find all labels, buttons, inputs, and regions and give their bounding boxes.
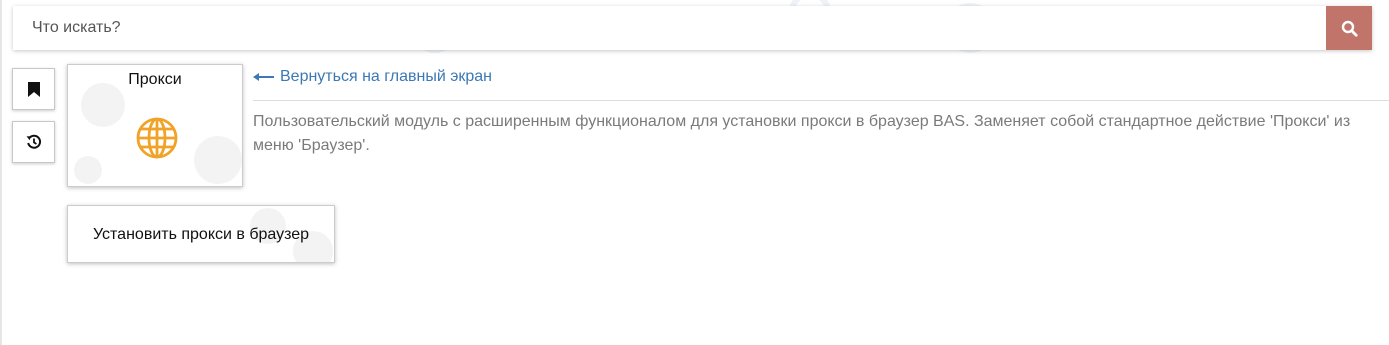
globe-icon [136,117,178,159]
history-button[interactable] [12,121,55,163]
module-card: Прокси [67,64,243,187]
search-icon [1341,20,1358,37]
divider [253,100,1389,101]
left-edge-border [0,0,2,345]
module-title: Прокси [128,71,182,88]
arrow-left-icon [253,73,274,81]
search-bar [13,6,1372,50]
search-input[interactable] [13,6,1326,50]
back-to-main-link[interactable]: Вернуться на главный экран [253,68,492,86]
set-proxy-action-button[interactable]: Установить прокси в браузер [67,205,335,263]
history-icon [26,134,41,149]
bookmark-icon [27,81,40,97]
back-link-label: Вернуться на главный экран [280,68,492,85]
bookmark-button[interactable] [12,68,55,110]
module-description: Пользовательский модуль с расширенным фу… [253,113,1351,154]
action-label: Установить прокси в браузер [92,226,310,243]
search-button[interactable] [1326,6,1372,50]
